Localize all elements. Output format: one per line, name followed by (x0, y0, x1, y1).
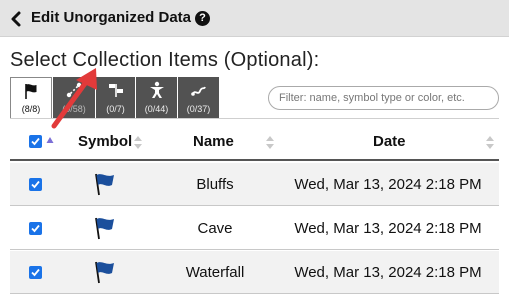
row-checkbox[interactable] (29, 178, 42, 191)
blue-flag-icon (95, 217, 114, 240)
table-row[interactable]: Cave Wed, Mar 13, 2024 2:18 PM (10, 207, 499, 250)
row-date: Wed, Mar 13, 2024 2:18 PM (294, 176, 482, 193)
header-bar: Edit Unorganized Data ? (0, 0, 509, 37)
sort-icon[interactable] (486, 136, 494, 150)
row-name: Cave (197, 220, 233, 237)
flag-icon (25, 84, 37, 99)
tab-tracks[interactable]: (0/37) (178, 77, 219, 118)
row-date: Wed, Mar 13, 2024 2:18 PM (294, 220, 482, 237)
select-all-checkbox[interactable] (29, 135, 42, 148)
track-icon (190, 86, 206, 96)
column-name[interactable]: Name (193, 133, 234, 150)
table-row[interactable]: Waterfall Wed, Mar 13, 2024 2:18 PM (10, 251, 499, 294)
column-symbol[interactable]: Symbol (78, 133, 132, 150)
row-date: Wed, Mar 13, 2024 2:18 PM (294, 264, 482, 281)
person-icon (149, 81, 164, 98)
row-checkbox[interactable] (29, 266, 42, 279)
row-name: Waterfall (185, 264, 245, 281)
row-checkbox[interactable] (29, 222, 42, 235)
blue-flag-icon (95, 173, 114, 196)
chevron-left-icon[interactable] (9, 10, 23, 28)
table-row[interactable]: Bluffs Wed, Mar 13, 2024 2:18 PM (10, 163, 499, 206)
sort-icon[interactable] (266, 136, 274, 150)
row-name: Bluffs (196, 176, 234, 193)
tab-people[interactable]: (0/44) (136, 77, 177, 118)
sort-ascending-icon[interactable] (46, 136, 54, 144)
tab-count: (8/8) (21, 104, 41, 114)
annotation-arrow-icon (51, 68, 97, 129)
question-circle-icon[interactable]: ? (195, 11, 210, 26)
column-date[interactable]: Date (373, 133, 406, 150)
waypoints-icon (108, 84, 123, 97)
filter-input[interactable] (268, 86, 499, 110)
blue-flag-icon (95, 261, 114, 284)
page-title: Edit Unorganized Data (31, 9, 192, 26)
tab-count: (0/37) (186, 104, 211, 114)
tab-count: (0/44) (144, 104, 169, 114)
sort-icon[interactable] (134, 136, 142, 150)
